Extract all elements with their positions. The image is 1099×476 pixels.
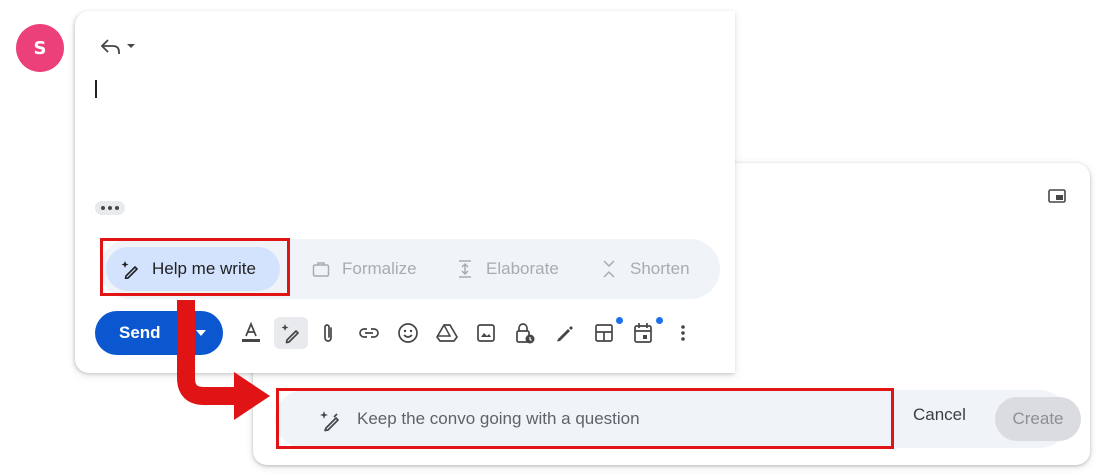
formalize-chip[interactable]: Formalize <box>312 247 417 291</box>
collapse-vertical-icon <box>603 260 615 278</box>
shorten-chip[interactable]: Shorten <box>600 247 690 291</box>
schedule-new-badge <box>656 317 663 324</box>
help-me-write-placeholder: Keep the convo going with a question <box>357 409 640 428</box>
help-me-write-chip[interactable]: Help me write <box>106 247 280 291</box>
more-options-icon[interactable] <box>666 317 700 349</box>
sparkle-pen-icon <box>121 261 138 279</box>
reply-icon <box>100 39 120 54</box>
suggestion-chips-bar: Help me write Formalize Elaborate Shorte… <box>100 239 720 299</box>
expand-vertical-icon <box>459 260 471 278</box>
photo-icon[interactable] <box>469 317 503 349</box>
confidential-mode-icon[interactable] <box>508 317 542 349</box>
elaborate-chip[interactable]: Elaborate <box>456 247 559 291</box>
cancel-button[interactable]: Cancel <box>913 405 966 425</box>
emoji-icon[interactable] <box>391 317 425 349</box>
picture-in-picture-icon[interactable] <box>1048 189 1066 203</box>
avatar: S <box>16 24 64 72</box>
attach-icon[interactable] <box>311 317 345 349</box>
help-me-write-label: Help me write <box>152 259 256 278</box>
help-me-write-icon[interactable] <box>274 317 308 349</box>
briefcase-icon <box>312 262 330 277</box>
text-cursor[interactable] <box>95 80 97 98</box>
help-me-write-row: Keep the convo going with a question Can… <box>275 390 1081 448</box>
show-trimmed-content-button[interactable] <box>95 201 125 215</box>
chevron-down-icon <box>127 44 135 48</box>
sparkle-pen-icon <box>320 411 339 432</box>
elaborate-label: Elaborate <box>486 259 559 278</box>
help-me-write-input[interactable]: Keep the convo going with a question <box>305 390 905 448</box>
shorten-label: Shorten <box>630 259 690 278</box>
send-label: Send <box>119 323 161 342</box>
create-button[interactable]: Create <box>995 397 1081 441</box>
signature-icon[interactable] <box>547 317 581 349</box>
drive-icon[interactable] <box>430 317 464 349</box>
schedule-event-icon[interactable] <box>626 317 660 349</box>
link-icon[interactable] <box>352 317 386 349</box>
layouts-new-badge <box>616 317 623 324</box>
annotation-arrow <box>177 300 270 420</box>
formalize-label: Formalize <box>342 259 417 278</box>
reply-type-button[interactable] <box>97 35 145 57</box>
